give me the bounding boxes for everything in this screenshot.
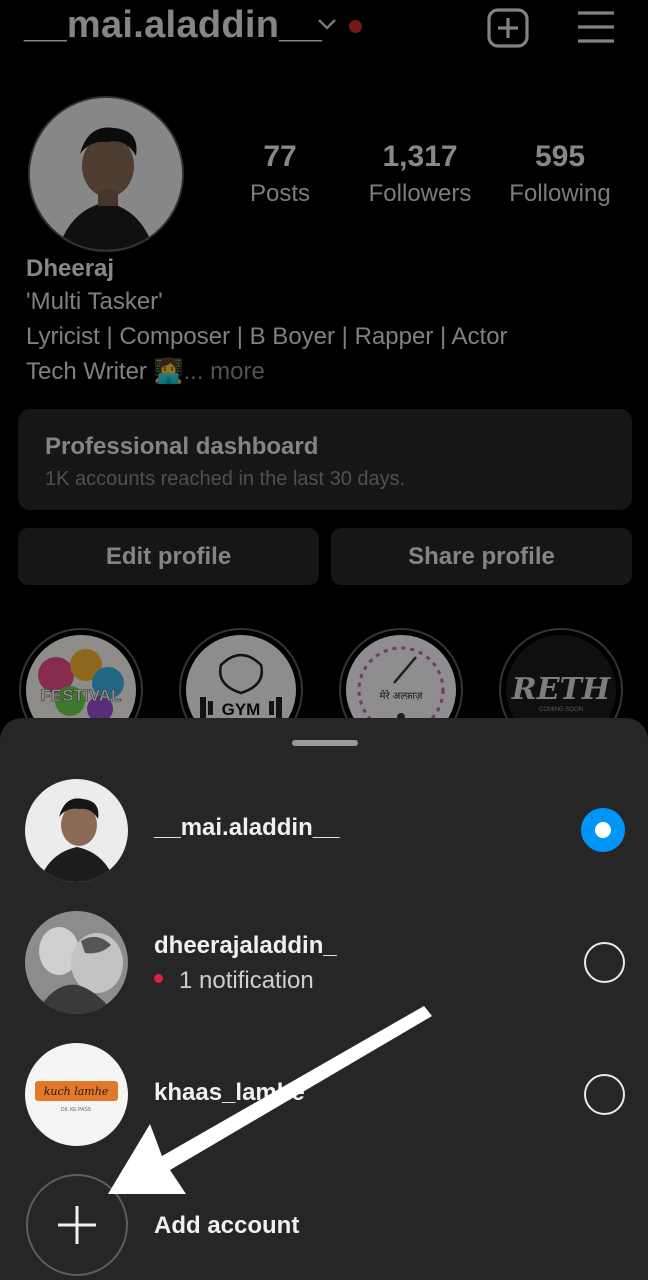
account-row-mai-aladdin[interactable]: __mai.aladdin__: [0, 777, 648, 887]
unselected-radio[interactable]: [584, 942, 625, 983]
unselected-radio[interactable]: [584, 1074, 625, 1115]
account-avatar: kuch lamhe DIL KE PASS: [25, 1043, 128, 1146]
account-avatar-text: kuch lamhe: [44, 1085, 109, 1098]
account-row-khaas-lamhe[interactable]: kuch lamhe DIL KE PASS khaas_lamhe: [0, 1041, 648, 1151]
account-username: dheerajaladdin_: [154, 932, 337, 959]
add-account-button[interactable]: [26, 1174, 128, 1276]
account-row-dheerajaladdin[interactable]: dheerajaladdin_ 1 notification: [0, 909, 648, 1019]
account-avatar: [25, 779, 128, 882]
account-username: __mai.aladdin__: [154, 814, 340, 841]
selected-radio[interactable]: [581, 808, 625, 852]
notification-text: 1 notification: [179, 967, 314, 994]
plus-icon: [58, 1206, 96, 1244]
account-username: khaas_lamhe: [154, 1079, 305, 1106]
account-avatar-subtext: DIL KE PASS: [61, 1107, 92, 1113]
notification-dot: [154, 974, 163, 984]
account-notification: 1 notification: [154, 967, 314, 995]
add-account-label[interactable]: Add account: [154, 1212, 299, 1240]
account-switcher-sheet: __mai.aladdin__ dheerajaladdin_ 1 notifi…: [0, 718, 648, 1280]
account-avatar: [25, 911, 128, 1014]
sheet-drag-handle[interactable]: [292, 740, 358, 746]
